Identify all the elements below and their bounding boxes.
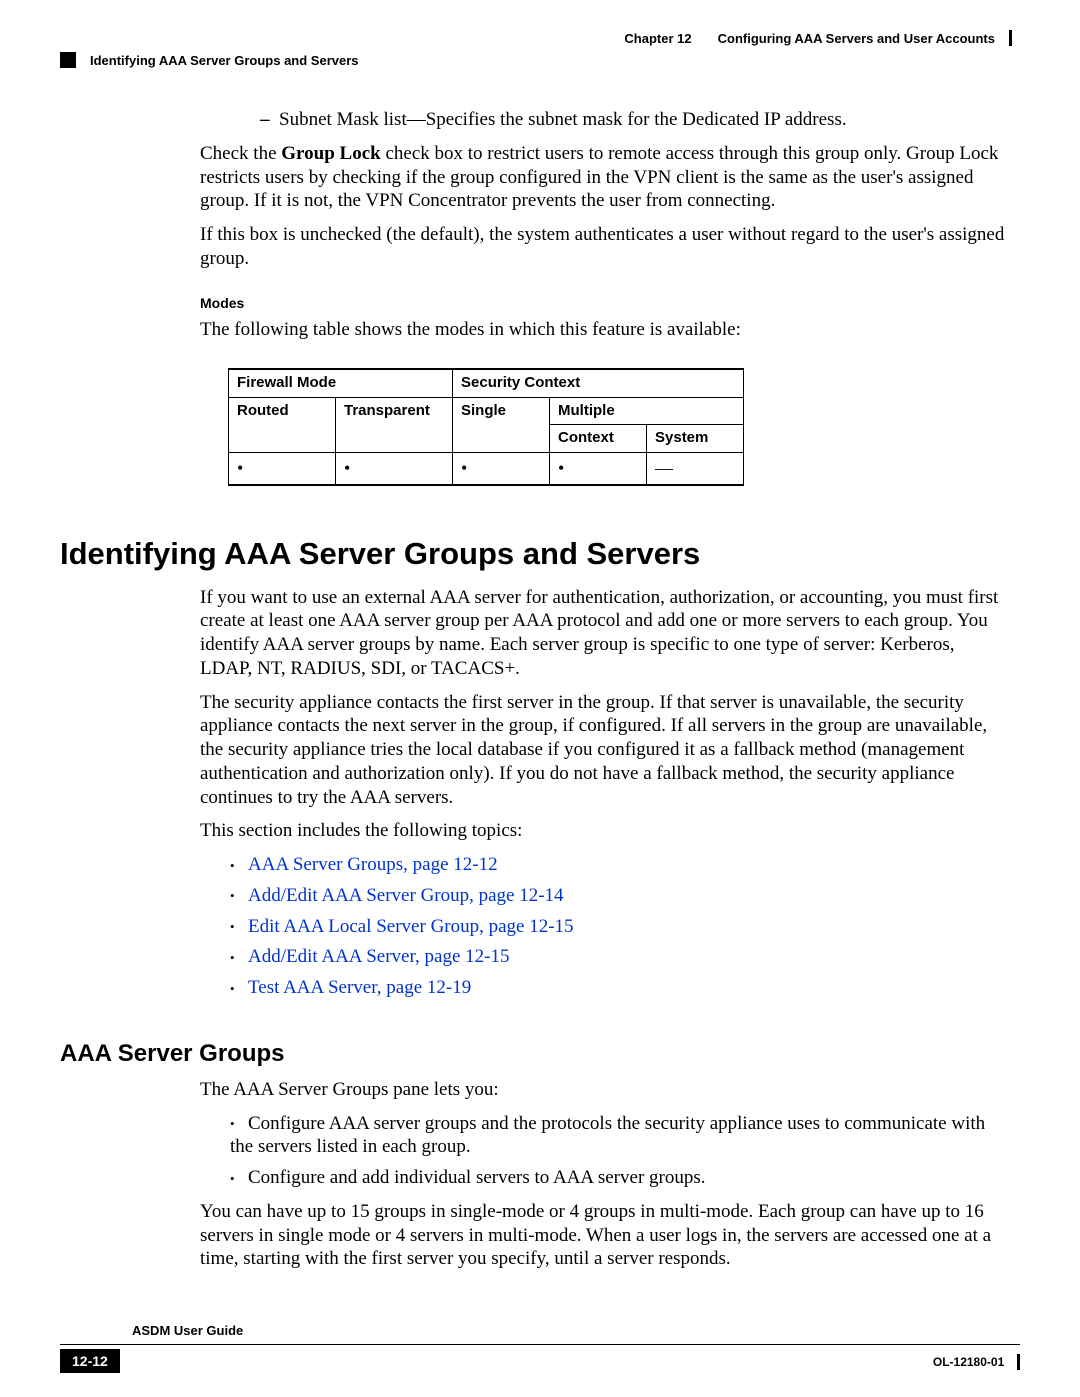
th-system: System bbox=[647, 425, 744, 453]
modes-intro: The following table shows the modes in w… bbox=[200, 318, 1010, 342]
footer-rule bbox=[60, 1344, 1020, 1345]
topic-links: AAA Server Groups, page 12-12 Add/Edit A… bbox=[200, 853, 1010, 1000]
main-p3: This section includes the following topi… bbox=[200, 819, 1010, 843]
h2-aaa-server-groups: AAA Server Groups bbox=[60, 1040, 1020, 1068]
footer-divider bbox=[1017, 1354, 1020, 1370]
running-header-left: Identifying AAA Server Groups and Server… bbox=[60, 52, 1020, 68]
link-add-edit-group[interactable]: Add/Edit AAA Server Group, page 12-14 bbox=[230, 884, 1010, 908]
section-marker-square bbox=[60, 52, 76, 68]
sub-bullets: Configure AAA server groups and the prot… bbox=[200, 1112, 1010, 1190]
main-p2: The security appliance contacts the firs… bbox=[200, 691, 1010, 810]
table-row: • • • • — bbox=[229, 453, 744, 485]
page-container: Chapter 12 Configuring AAA Servers and U… bbox=[0, 0, 1080, 1397]
th-security: Security Context bbox=[453, 369, 744, 397]
paragraph-unchecked: If this box is unchecked (the default), … bbox=[200, 223, 1010, 271]
th-firewall: Firewall Mode bbox=[229, 369, 453, 397]
th-context: Context bbox=[550, 425, 647, 453]
document-id: OL-12180-01 bbox=[933, 1355, 1004, 1369]
link-edit-local-group[interactable]: Edit AAA Local Server Group, page 12-15 bbox=[230, 915, 1010, 939]
th-multiple: Multiple bbox=[550, 397, 744, 425]
page-number-badge: 12-12 bbox=[60, 1349, 120, 1373]
h1-identifying: Identifying AAA Server Groups and Server… bbox=[60, 536, 1020, 572]
link-test-server[interactable]: Test AAA Server, page 12-19 bbox=[230, 976, 1010, 1000]
th-routed: Routed bbox=[229, 397, 336, 453]
sub-bullet-1: Configure AAA server groups and the prot… bbox=[230, 1112, 1010, 1160]
dash-bullet: – Subnet Mask list—Specifies the subnet … bbox=[260, 108, 1010, 132]
page-footer: ASDM User Guide 12-12 OL-12180-01 bbox=[60, 1323, 1020, 1373]
chapter-label: Chapter 12 bbox=[624, 31, 691, 46]
th-transparent: Transparent bbox=[336, 397, 453, 453]
dash-bullet-text: Subnet Mask list—Specifies the subnet ma… bbox=[279, 109, 847, 130]
chapter-title: Configuring AAA Servers and User Account… bbox=[718, 31, 995, 46]
link-add-edit-server[interactable]: Add/Edit AAA Server, page 12-15 bbox=[230, 945, 1010, 969]
header-divider bbox=[1009, 30, 1012, 46]
modes-label: Modes bbox=[200, 295, 1010, 313]
sub-bullet-2: Configure and add individual servers to … bbox=[230, 1166, 1010, 1190]
paragraph-group-lock: Check the Group Lock check box to restri… bbox=[200, 142, 1010, 213]
footer-guide: ASDM User Guide bbox=[60, 1323, 1020, 1338]
sub-content: The AAA Server Groups pane lets you: Con… bbox=[200, 1078, 1010, 1271]
link-aaa-server-groups[interactable]: AAA Server Groups, page 12-12 bbox=[230, 853, 1010, 877]
running-header-right: Chapter 12 Configuring AAA Servers and U… bbox=[60, 30, 1020, 46]
section-title: Identifying AAA Server Groups and Server… bbox=[90, 53, 359, 68]
sub-p2: You can have up to 15 groups in single-m… bbox=[200, 1200, 1010, 1271]
th-single: Single bbox=[453, 397, 550, 453]
modes-table: Firewall Mode Security Context Routed Tr… bbox=[228, 368, 744, 486]
sub-p1: The AAA Server Groups pane lets you: bbox=[200, 1078, 1010, 1102]
body-content: – Subnet Mask list—Specifies the subnet … bbox=[200, 108, 1010, 486]
main-p1: If you want to use an external AAA serve… bbox=[200, 586, 1010, 681]
main-content: If you want to use an external AAA serve… bbox=[200, 586, 1010, 1000]
